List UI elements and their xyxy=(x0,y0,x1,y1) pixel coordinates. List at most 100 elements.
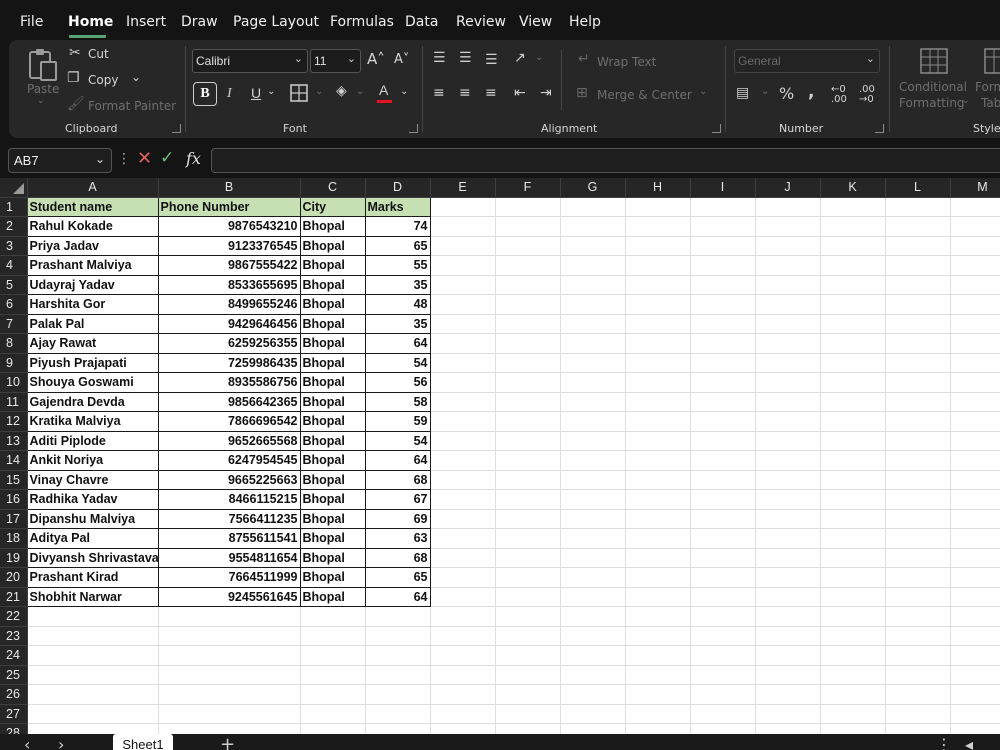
empty-cell[interactable] xyxy=(430,606,496,627)
empty-cell[interactable] xyxy=(950,645,1000,666)
empty-cell[interactable] xyxy=(625,723,691,734)
empty-cell[interactable] xyxy=(495,704,561,724)
decrease-indent-icon[interactable]: ⇤ xyxy=(514,85,526,101)
header-cell[interactable]: Marks xyxy=(364,196,431,217)
row-header[interactable]: 24 xyxy=(0,645,28,666)
empty-cell[interactable] xyxy=(625,665,691,685)
empty-cell[interactable] xyxy=(560,528,626,549)
data-cell[interactable]: 74 xyxy=(364,216,431,237)
data-cell[interactable]: Dipanshu Malviya xyxy=(26,508,159,529)
data-cell[interactable]: 7866696542 xyxy=(157,411,301,432)
decrease-decimal-icon[interactable]: .00 →0 xyxy=(859,85,875,105)
empty-cell[interactable] xyxy=(365,704,431,724)
empty-cell[interactable] xyxy=(755,411,821,432)
data-cell[interactable]: 8755611541 xyxy=(157,528,301,549)
empty-cell[interactable] xyxy=(495,470,561,490)
empty-cell[interactable] xyxy=(495,645,561,666)
column-header-i[interactable]: I xyxy=(690,178,756,198)
empty-cell[interactable] xyxy=(27,626,159,646)
data-cell[interactable]: 48 xyxy=(364,294,431,315)
data-cell[interactable]: Bhopal xyxy=(299,528,366,549)
empty-cell[interactable] xyxy=(365,665,431,685)
empty-cell[interactable] xyxy=(755,431,821,451)
empty-cell[interactable] xyxy=(690,450,756,471)
empty-cell[interactable] xyxy=(690,528,756,549)
empty-cell[interactable] xyxy=(820,197,886,217)
increase-font-size-icon[interactable]: A˄ xyxy=(367,50,385,68)
borders-chevron-icon[interactable]: ⌄ xyxy=(315,86,323,97)
empty-cell[interactable] xyxy=(430,587,496,607)
empty-cell[interactable] xyxy=(950,548,1000,568)
data-cell[interactable]: 9856642365 xyxy=(157,391,301,412)
empty-cell[interactable] xyxy=(430,684,496,705)
name-box[interactable]: AB7 ⌄ xyxy=(8,148,112,173)
data-cell[interactable]: 55 xyxy=(364,255,431,276)
empty-cell[interactable] xyxy=(495,509,561,529)
data-cell[interactable]: Bhopal xyxy=(299,567,366,588)
empty-cell[interactable] xyxy=(365,723,431,734)
column-header-b[interactable]: B xyxy=(158,178,301,198)
data-cell[interactable]: 58 xyxy=(364,391,431,412)
empty-cell[interactable] xyxy=(885,255,951,276)
empty-cell[interactable] xyxy=(820,509,886,529)
data-cell[interactable]: Bhopal xyxy=(299,294,366,315)
data-cell[interactable]: 65 xyxy=(364,235,431,256)
currency-icon[interactable]: ▤ xyxy=(736,85,749,101)
data-cell[interactable]: Bhopal xyxy=(299,313,366,334)
row-header[interactable]: 3 xyxy=(0,236,28,256)
empty-cell[interactable] xyxy=(300,684,366,705)
row-header[interactable]: 5 xyxy=(0,275,28,295)
data-cell[interactable]: Palak Pal xyxy=(26,313,159,334)
empty-cell[interactable] xyxy=(885,645,951,666)
data-cell[interactable]: Priya Jadav xyxy=(26,235,159,256)
empty-cell[interactable] xyxy=(755,606,821,627)
number-dialog-launcher-icon[interactable] xyxy=(875,124,884,133)
empty-cell[interactable] xyxy=(430,567,496,588)
row-header[interactable]: 8 xyxy=(0,333,28,354)
underline-chevron-icon[interactable]: ⌄ xyxy=(267,86,275,97)
empty-cell[interactable] xyxy=(560,509,626,529)
data-cell[interactable]: Bhopal xyxy=(299,216,366,237)
empty-cell[interactable] xyxy=(690,314,756,334)
row-header[interactable]: 12 xyxy=(0,411,28,432)
empty-cell[interactable] xyxy=(690,294,756,315)
scissors-icon[interactable]: ✂ xyxy=(69,45,81,61)
format-as-table-icon[interactable] xyxy=(984,48,1000,74)
data-cell[interactable]: Bhopal xyxy=(299,508,366,529)
empty-cell[interactable] xyxy=(820,606,886,627)
tab-data[interactable]: Data xyxy=(405,14,438,30)
clipboard-dialog-launcher-icon[interactable] xyxy=(172,124,181,133)
data-cell[interactable]: 9876543210 xyxy=(157,216,301,237)
empty-cell[interactable] xyxy=(885,587,951,607)
empty-cell[interactable] xyxy=(27,704,159,724)
add-sheet-button[interactable]: + xyxy=(220,734,235,750)
empty-cell[interactable] xyxy=(885,372,951,393)
empty-cell[interactable] xyxy=(625,411,691,432)
data-cell[interactable]: Ajay Rawat xyxy=(26,333,159,354)
row-header[interactable]: 2 xyxy=(0,216,28,237)
data-cell[interactable]: Vinay Chavre xyxy=(26,469,159,490)
data-cell[interactable]: Shobhit Narwar xyxy=(26,586,159,607)
empty-cell[interactable] xyxy=(365,626,431,646)
empty-cell[interactable] xyxy=(885,489,951,510)
empty-cell[interactable] xyxy=(690,333,756,354)
data-cell[interactable]: Bhopal xyxy=(299,489,366,510)
empty-cell[interactable] xyxy=(950,684,1000,705)
empty-cell[interactable] xyxy=(495,489,561,510)
data-cell[interactable]: Ankit Noriya xyxy=(26,450,159,471)
data-cell[interactable]: Divyansh Shrivastava xyxy=(26,547,159,568)
row-header[interactable]: 18 xyxy=(0,528,28,549)
empty-cell[interactable] xyxy=(885,606,951,627)
empty-cell[interactable] xyxy=(625,275,691,295)
row-header[interactable]: 6 xyxy=(0,294,28,315)
empty-cell[interactable] xyxy=(495,197,561,217)
empty-cell[interactable] xyxy=(560,275,626,295)
data-cell[interactable]: Piyush Prajapati xyxy=(26,352,159,373)
data-cell[interactable]: 35 xyxy=(364,313,431,334)
empty-cell[interactable] xyxy=(495,665,561,685)
empty-cell[interactable] xyxy=(690,353,756,373)
header-cell[interactable]: Phone Number xyxy=(157,196,301,217)
row-header[interactable]: 15 xyxy=(0,470,28,490)
data-cell[interactable]: 65 xyxy=(364,567,431,588)
align-left-icon[interactable]: ≡ xyxy=(433,85,445,101)
